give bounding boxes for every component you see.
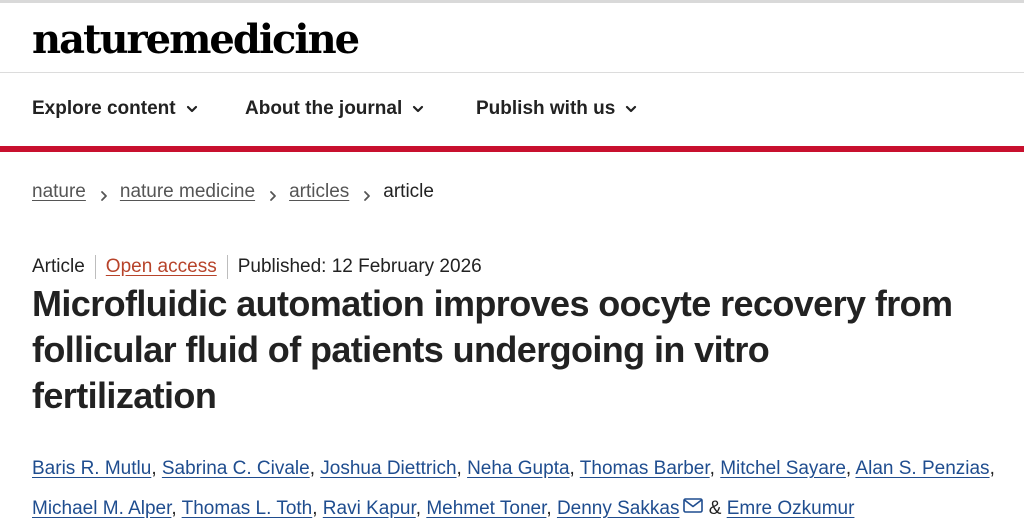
meta-divider [226, 255, 228, 279]
breadcrumb-nature-medicine[interactable]: nature medicine [120, 181, 255, 203]
article-meta: Article Open access Published: 12 Februa… [32, 255, 482, 279]
author-link[interactable]: Mitchel Sayare [720, 458, 846, 479]
chevron-right-icon [100, 186, 108, 201]
breadcrumb: nature nature medicine articles article [32, 181, 434, 203]
author-link[interactable]: Baris R. Mutlu [32, 458, 151, 479]
author-link[interactable]: Mehmet Toner [426, 498, 546, 519]
nav-publish-with-us-label: Publish with us [476, 98, 616, 119]
author-link[interactable]: Emre Ozkumur [727, 498, 855, 519]
meta-divider [94, 255, 96, 279]
published-date: Published: 12 February 2026 [237, 256, 482, 277]
author-link[interactable]: Denny Sakkas [557, 498, 680, 519]
chevron-down-icon [186, 103, 198, 115]
breadcrumb-current: article [383, 181, 434, 202]
article-type: Article [32, 256, 85, 277]
nav-publish-with-us[interactable]: Publish with us [476, 98, 637, 120]
author-link[interactable]: Ravi Kapur [323, 498, 416, 519]
nav-explore-content[interactable]: Explore content [32, 98, 198, 120]
breadcrumb-nature[interactable]: nature [32, 181, 86, 203]
chevron-right-icon [363, 186, 371, 201]
author-link[interactable]: Michael M. Alper [32, 498, 171, 519]
author-link[interactable]: Thomas L. Toth [182, 498, 313, 519]
author-link[interactable]: Joshua Diettrich [320, 458, 456, 479]
author-link[interactable]: Sabrina C. Civale [162, 458, 310, 479]
accent-rule [0, 146, 1024, 152]
chevron-down-icon [625, 103, 637, 115]
main-nav: Explore content About the journal Publis… [0, 74, 1024, 146]
author-list: Baris R. Mutlu, Sabrina C. Civale, Joshu… [32, 458, 995, 519]
nav-explore-content-label: Explore content [32, 98, 176, 119]
open-access-link[interactable]: Open access [106, 256, 217, 278]
chevron-down-icon [412, 103, 424, 115]
journal-logo[interactable]: naturemedicine [32, 17, 360, 63]
author-link[interactable]: Thomas Barber [580, 458, 710, 479]
nav-about-the-journal-label: About the journal [245, 98, 403, 119]
author-link[interactable]: Alan S. Penzias [855, 458, 989, 479]
article-title: Microfluidic automation improves oocyte … [32, 283, 953, 416]
author-conjunction: & [703, 498, 727, 519]
breadcrumb-articles[interactable]: articles [289, 181, 349, 203]
chevron-right-icon [269, 186, 277, 201]
author-link[interactable]: Neha Gupta [467, 458, 569, 479]
site-header: naturemedicine [0, 3, 1024, 73]
mail-icon[interactable] [683, 488, 704, 513]
nav-about-the-journal[interactable]: About the journal [245, 98, 424, 120]
